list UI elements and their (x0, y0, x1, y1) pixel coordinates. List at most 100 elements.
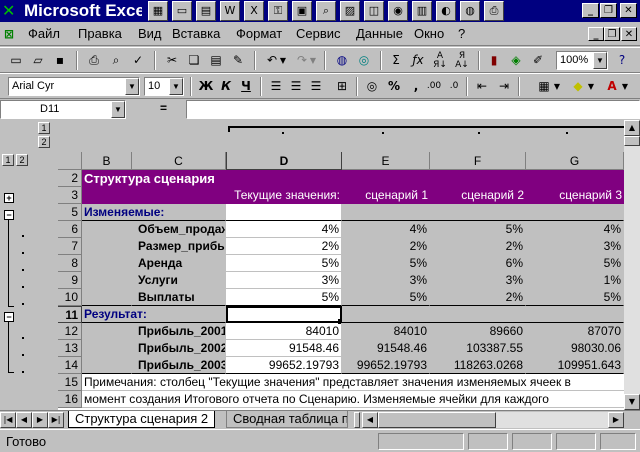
scenario-3-cell[interactable]: 5% (526, 289, 624, 306)
row-label[interactable]: Прибыль_2003 (132, 357, 226, 374)
scroll-thumb[interactable] (624, 136, 640, 146)
spelling-icon[interactable]: ✓ (128, 51, 148, 70)
drawing-icon[interactable]: ✐ (528, 51, 548, 70)
cut-icon[interactable]: ✂ (162, 51, 182, 70)
taskbar-printer-icon[interactable]: ⎙ (484, 1, 504, 21)
function-icon[interactable]: ƒx (408, 51, 428, 70)
taskbar-app2-icon[interactable]: ▥ (412, 1, 432, 21)
row-level-2-button[interactable]: 2 (16, 154, 28, 166)
scenario-1-header[interactable]: сценарий 1 (342, 187, 430, 204)
doc-minimize-icon[interactable]: _ (588, 27, 604, 41)
row-header[interactable]: 10 (58, 289, 82, 306)
scenario-3-cell[interactable]: 98030.06 (526, 340, 624, 357)
current-value-cell[interactable]: 2% (226, 238, 342, 255)
taskbar-image-icon[interactable]: ▨ (340, 1, 360, 21)
cell[interactable] (82, 357, 132, 374)
row-header[interactable]: 12 (58, 323, 82, 340)
taskbar-excel-icon[interactable]: X (244, 1, 264, 21)
active-cell-d11[interactable] (226, 306, 342, 323)
scenario-title[interactable]: Структура сценария (82, 170, 624, 187)
select-all-corner[interactable] (58, 152, 82, 170)
current-values-header[interactable]: Текущие значения: (226, 187, 342, 204)
expand-plus-icon[interactable]: + (4, 193, 14, 203)
zoom-select[interactable]: 100% ▼ (556, 51, 608, 70)
cell[interactable] (342, 204, 624, 221)
fill-color-icon[interactable]: ◆ (568, 77, 588, 96)
changing-cells-label[interactable]: Изменяемые: (82, 204, 226, 221)
row-header[interactable]: 3 (58, 187, 82, 204)
row-header[interactable]: 11 (58, 306, 82, 323)
underline-button[interactable]: Ч (236, 77, 256, 96)
column-header-g[interactable]: G (526, 152, 624, 170)
cell[interactable] (82, 255, 132, 272)
new-icon[interactable]: ▭ (6, 51, 26, 70)
scenario-1-cell[interactable]: 99652.19793 (342, 357, 430, 374)
collapse-minus-icon[interactable]: − (4, 312, 14, 322)
scenario-1-cell[interactable]: 5% (342, 255, 430, 272)
copy-icon[interactable]: ❏ (184, 51, 204, 70)
row-label[interactable]: Услуги (132, 272, 226, 289)
collapse-minus-icon[interactable]: − (4, 210, 14, 220)
row-header[interactable]: 16 (58, 391, 82, 408)
font-size-select[interactable]: 10 ▼ (144, 77, 184, 96)
menu-view[interactable]: Вид (138, 26, 162, 42)
print-icon[interactable]: ⎙ (84, 51, 104, 70)
row-header[interactable]: 2 (58, 170, 82, 187)
scenario-1-cell[interactable]: 91548.46 (342, 340, 430, 357)
taskbar-search-icon[interactable]: ⌕ (316, 1, 336, 21)
chart-wizard-icon[interactable]: ▮ (484, 51, 504, 70)
scenario-3-cell[interactable]: 1% (526, 272, 624, 289)
cell[interactable] (82, 323, 132, 340)
scenario-3-cell[interactable]: 3% (526, 238, 624, 255)
scenario-1-cell[interactable]: 3% (342, 272, 430, 289)
cell[interactable] (82, 272, 132, 289)
row-header[interactable]: 15 (58, 374, 82, 391)
tab-split-handle[interactable] (354, 412, 360, 428)
chevron-down-icon[interactable]: ▼ (125, 78, 139, 95)
row-label[interactable]: Размер_прибыли (132, 238, 226, 255)
column-header-f[interactable]: F (430, 152, 526, 170)
merge-center-icon[interactable]: ⊞ (332, 77, 352, 96)
results-label[interactable]: Результат: (82, 306, 226, 323)
document-icon[interactable]: ⊠ (4, 26, 20, 42)
scenario-3-cell[interactable]: 4% (526, 221, 624, 238)
prev-sheet-icon[interactable]: ◀ (16, 412, 32, 428)
row-label[interactable]: Аренда (132, 255, 226, 272)
formula-equals[interactable]: = (160, 101, 167, 115)
font-name-select[interactable]: Arial Cyr ▼ (8, 77, 140, 96)
increase-indent-icon[interactable]: ⇥ (494, 77, 514, 96)
print-preview-icon[interactable]: ⌕ (106, 51, 126, 70)
row-header[interactable]: 7 (58, 238, 82, 255)
column-header-e[interactable]: E (342, 152, 430, 170)
increase-decimal-icon[interactable]: .00 (424, 77, 444, 96)
notes-line-2[interactable]: момент создания Итогового отчета по Сцен… (82, 391, 624, 408)
current-value-cell[interactable]: 5% (226, 289, 342, 306)
scenario-3-header[interactable]: сценарий 3 (526, 187, 624, 204)
save-icon[interactable]: ▪ (50, 51, 70, 70)
bold-button[interactable]: Ж (196, 77, 216, 96)
cell[interactable] (82, 221, 132, 238)
row-label[interactable]: Объем_продаж (132, 221, 226, 238)
scenario-3-cell[interactable]: 5% (526, 255, 624, 272)
align-right-icon[interactable]: ☰ (306, 77, 326, 96)
name-box[interactable]: D11 ▼ (0, 100, 126, 119)
map-icon[interactable]: ◈ (506, 51, 526, 70)
scenario-2-cell[interactable]: 118263.0268 (430, 357, 526, 374)
row-header[interactable]: 8 (58, 255, 82, 272)
taskbar-cd-icon[interactable]: ◉ (388, 1, 408, 21)
current-value-cell[interactable]: 5% (226, 255, 342, 272)
doc-restore-icon[interactable]: ❐ (604, 27, 620, 41)
column-header-c[interactable]: C (132, 152, 226, 170)
chevron-down-icon[interactable]: ▼ (593, 52, 607, 69)
current-value-cell[interactable]: 4% (226, 221, 342, 238)
scenario-2-header[interactable]: сценарий 2 (430, 187, 526, 204)
menu-window[interactable]: Окно (414, 26, 444, 42)
taskbar-word-icon[interactable]: W (220, 1, 240, 21)
font-color-icon[interactable]: A (602, 77, 622, 96)
scenario-2-cell[interactable]: 2% (430, 289, 526, 306)
scroll-right-icon[interactable]: ▶ (608, 412, 624, 428)
scenario-1-cell[interactable]: 84010 (342, 323, 430, 340)
menu-format[interactable]: Формат (236, 26, 282, 42)
redo-dropdown-icon[interactable]: ▼ (308, 51, 318, 70)
row-header[interactable]: 9 (58, 272, 82, 289)
